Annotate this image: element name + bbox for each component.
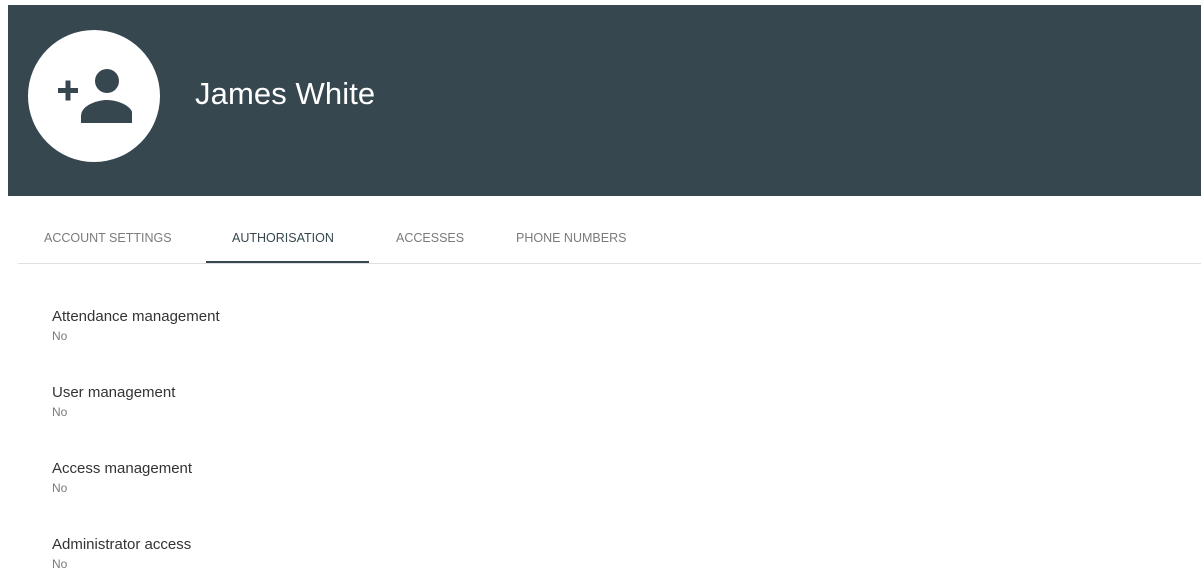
setting-value: No <box>52 405 68 419</box>
tab-bar: ACCOUNT SETTINGS AUTHORISATION ACCESSES … <box>18 213 1201 264</box>
profile-header: James White <box>8 5 1201 196</box>
setting-label: Access management <box>52 460 193 477</box>
setting-administrator-access: Administrator access No <box>52 536 191 572</box>
active-tab-indicator <box>206 261 369 263</box>
setting-label: Administrator access <box>52 536 192 553</box>
setting-user-management: User management No <box>52 384 175 420</box>
tab-phone-numbers[interactable]: PHONE NUMBERS <box>516 213 626 263</box>
add-person-icon <box>58 69 132 123</box>
avatar[interactable] <box>28 30 160 162</box>
user-name: James White <box>195 76 376 111</box>
setting-access-management: Access management No <box>52 460 192 496</box>
tab-account-settings[interactable]: ACCOUNT SETTINGS <box>44 213 172 263</box>
setting-label: Attendance management <box>52 308 220 325</box>
setting-value: No <box>52 329 68 343</box>
setting-value: No <box>52 481 68 495</box>
setting-value: No <box>52 557 68 571</box>
setting-label: User management <box>52 384 176 401</box>
setting-attendance-management: Attendance management No <box>52 308 220 344</box>
tab-accesses[interactable]: ACCESSES <box>396 213 464 263</box>
tab-authorisation[interactable]: AUTHORISATION <box>232 213 334 263</box>
